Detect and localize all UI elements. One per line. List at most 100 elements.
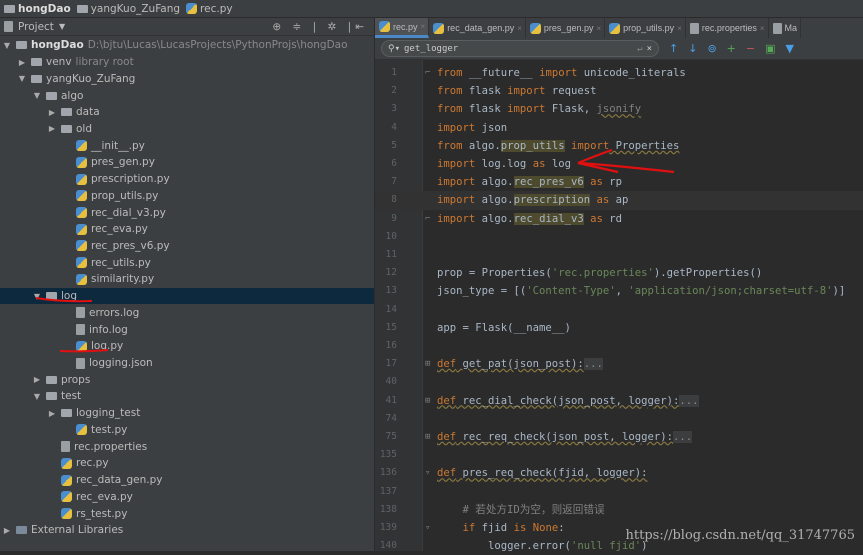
tree-item[interactable]: info.log — [0, 321, 374, 338]
tree-item[interactable]: prescription.py — [0, 171, 374, 188]
expanded-arrow-icon[interactable]: ▼ — [32, 91, 42, 100]
tree-item[interactable]: ▶ old — [0, 121, 374, 138]
tree-item[interactable]: rec_dial_v3.py — [0, 204, 374, 221]
folder-icon — [31, 74, 42, 83]
filter-icon[interactable]: ▼ — [786, 42, 794, 55]
file-icon — [689, 22, 699, 34]
tab-label: Ma — [784, 23, 798, 33]
panel-tools[interactable]: ⊕ ≑ | ✲ |⇤ — [272, 21, 368, 33]
line-number: 135 — [379, 449, 397, 461]
collapsed-arrow-icon[interactable]: ▶ — [47, 409, 57, 418]
tab-label: rec_data_gen.py — [447, 23, 515, 33]
tree-item[interactable]: rec_eva.py — [0, 488, 374, 505]
remove-selection-icon[interactable]: − — [746, 42, 755, 55]
expanded-arrow-icon[interactable]: ▼ — [32, 392, 42, 401]
code-text: def pres_req_check(fjid, logger): — [437, 464, 647, 482]
tree-item[interactable]: logging.json — [0, 355, 374, 372]
previous-occurrence-icon[interactable]: ↑ — [669, 42, 678, 55]
search-input[interactable]: ⚲▾ get_logger ↵ × — [381, 40, 659, 57]
expanded-arrow-icon[interactable]: ▼ — [2, 41, 12, 50]
close-tab-icon[interactable]: × — [677, 24, 682, 33]
tab-rec-data-gen-py[interactable]: rec_data_gen.py × — [429, 18, 526, 38]
fold-marker-icon[interactable]: ▿ — [425, 519, 430, 537]
collapsed-arrow-icon[interactable]: ▶ — [47, 108, 57, 117]
clear-search-button[interactable]: × — [647, 44, 652, 54]
tree-item[interactable]: similarity.py — [0, 271, 374, 288]
tree-item[interactable]: prop_utils.py — [0, 187, 374, 204]
tree-item[interactable]: rec_eva.py — [0, 221, 374, 238]
python-file-icon — [76, 340, 87, 352]
breadcrumb-folder[interactable]: yangKuo_ZuFang — [76, 3, 180, 15]
fold-marker-icon[interactable]: ⊞ — [425, 392, 430, 410]
code-token: prop_utils — [500, 139, 565, 152]
find-all-icon[interactable]: ⊚ — [707, 42, 716, 55]
tab-rec-py[interactable]: rec.py × — [375, 18, 430, 38]
tree-item[interactable]: rec_pres_v6.py — [0, 238, 374, 255]
tab-ma[interactable]: Ma — [769, 18, 802, 38]
project-panel-header: Project ▼ ⊕ ≑ | ✲ |⇤ — [0, 18, 374, 36]
tab-rec-properties[interactable]: rec.properties × — [686, 18, 769, 38]
tree-item[interactable]: errors.log — [0, 305, 374, 322]
tree-item[interactable]: ▶ External Libraries — [0, 522, 374, 539]
fold-marker-icon[interactable]: ⊞ — [425, 355, 430, 373]
collapsed-arrow-icon[interactable]: ▶ — [2, 526, 12, 535]
line-number: 41 — [385, 394, 397, 406]
expanded-arrow-icon[interactable]: ▼ — [32, 292, 42, 301]
collapsed-arrow-icon[interactable]: ▶ — [32, 375, 42, 384]
tree-item[interactable]: test.py — [0, 422, 374, 439]
code-line: 41 ⊞ def rec_dial_check(json_post, logger)… — [375, 392, 863, 410]
breadcrumb-project[interactable]: hongDao — [4, 3, 71, 15]
tree-item[interactable]: ▶ logging_test — [0, 405, 374, 422]
tree-item[interactable]: ▼ hongDao D:\bjtu\Lucas\LucasProjects\Pyth… — [0, 37, 374, 54]
collapsed-arrow-icon[interactable]: ▶ — [17, 58, 27, 67]
tree-item[interactable]: ▶ props — [0, 371, 374, 388]
dropdown-arrow-icon[interactable]: ▼ — [59, 22, 65, 31]
fold-marker-icon[interactable]: ⌐ — [425, 64, 430, 82]
tree-item[interactable]: ▶ data — [0, 104, 374, 121]
tree-item[interactable]: rec_data_gen.py — [0, 472, 374, 489]
tree-item[interactable]: log.py — [0, 338, 374, 355]
tree-item[interactable]: rs_test.py — [0, 505, 374, 522]
expanded-arrow-icon[interactable]: ▼ — [17, 74, 27, 83]
breadcrumb-file[interactable]: rec.py — [186, 3, 233, 15]
project-view-selector[interactable]: Project — [18, 21, 54, 33]
tree-item[interactable]: rec_utils.py — [0, 254, 374, 271]
code-token: flask — [462, 85, 508, 98]
tree-item-label: similarity.py — [91, 273, 155, 286]
tree-item[interactable]: ▼ test — [0, 388, 374, 405]
tree-item-label: rec_data_gen.py — [76, 474, 163, 487]
tree-item-label: rec_utils.py — [91, 256, 151, 269]
python-file-icon — [76, 424, 87, 436]
close-tab-icon[interactable]: × — [517, 24, 522, 33]
tab-pres-gen-py[interactable]: pres_gen.py × — [526, 18, 606, 38]
tree-item[interactable]: pres_gen.py — [0, 154, 374, 171]
tree-item[interactable]: __init__.py — [0, 137, 374, 154]
fold-marker-icon[interactable]: ▿ — [425, 464, 430, 482]
tree-item[interactable]: ▶ venv library root — [0, 54, 374, 71]
python-file-icon — [76, 207, 87, 219]
code-token: # 若处方ID为空，则返回错误 — [437, 503, 605, 516]
watermark: https://blog.csdn.net/qq_31747765 — [625, 528, 855, 543]
tree-item[interactable]: rec.py — [0, 455, 374, 472]
tree-item[interactable]: ▼ log — [0, 287, 374, 305]
code-token: from — [437, 67, 463, 79]
close-tab-icon[interactable]: × — [760, 24, 765, 33]
tree-item[interactable]: ▼ yangKuo_ZuFang — [0, 70, 374, 87]
folder-icon — [46, 91, 57, 100]
fold-marker-icon[interactable]: ⌐ — [425, 210, 430, 228]
close-tab-icon[interactable]: × — [421, 22, 426, 31]
next-occurrence-icon[interactable]: ↓ — [688, 42, 697, 55]
code-token: ... — [673, 431, 693, 443]
code-line: 9 ⌐ import algo.rec_dial_v3 as rd — [375, 210, 863, 228]
add-selection-icon[interactable]: + — [727, 42, 736, 55]
code-area[interactable]: 1 ⌐ from __future__ import unicode_literal… — [375, 60, 863, 552]
tree-item-label: venv — [46, 56, 72, 69]
select-all-icon[interactable]: ▣ — [765, 42, 775, 55]
line-number: 74 — [385, 412, 397, 424]
tab-prop-utils-py[interactable]: prop_utils.py × — [605, 18, 686, 38]
tree-item[interactable]: rec.properties — [0, 438, 374, 455]
collapsed-arrow-icon[interactable]: ▶ — [47, 124, 57, 133]
close-tab-icon[interactable]: × — [596, 24, 601, 33]
fold-marker-icon[interactable]: ⊞ — [425, 428, 430, 446]
tree-item[interactable]: ▼ algo — [0, 87, 374, 104]
